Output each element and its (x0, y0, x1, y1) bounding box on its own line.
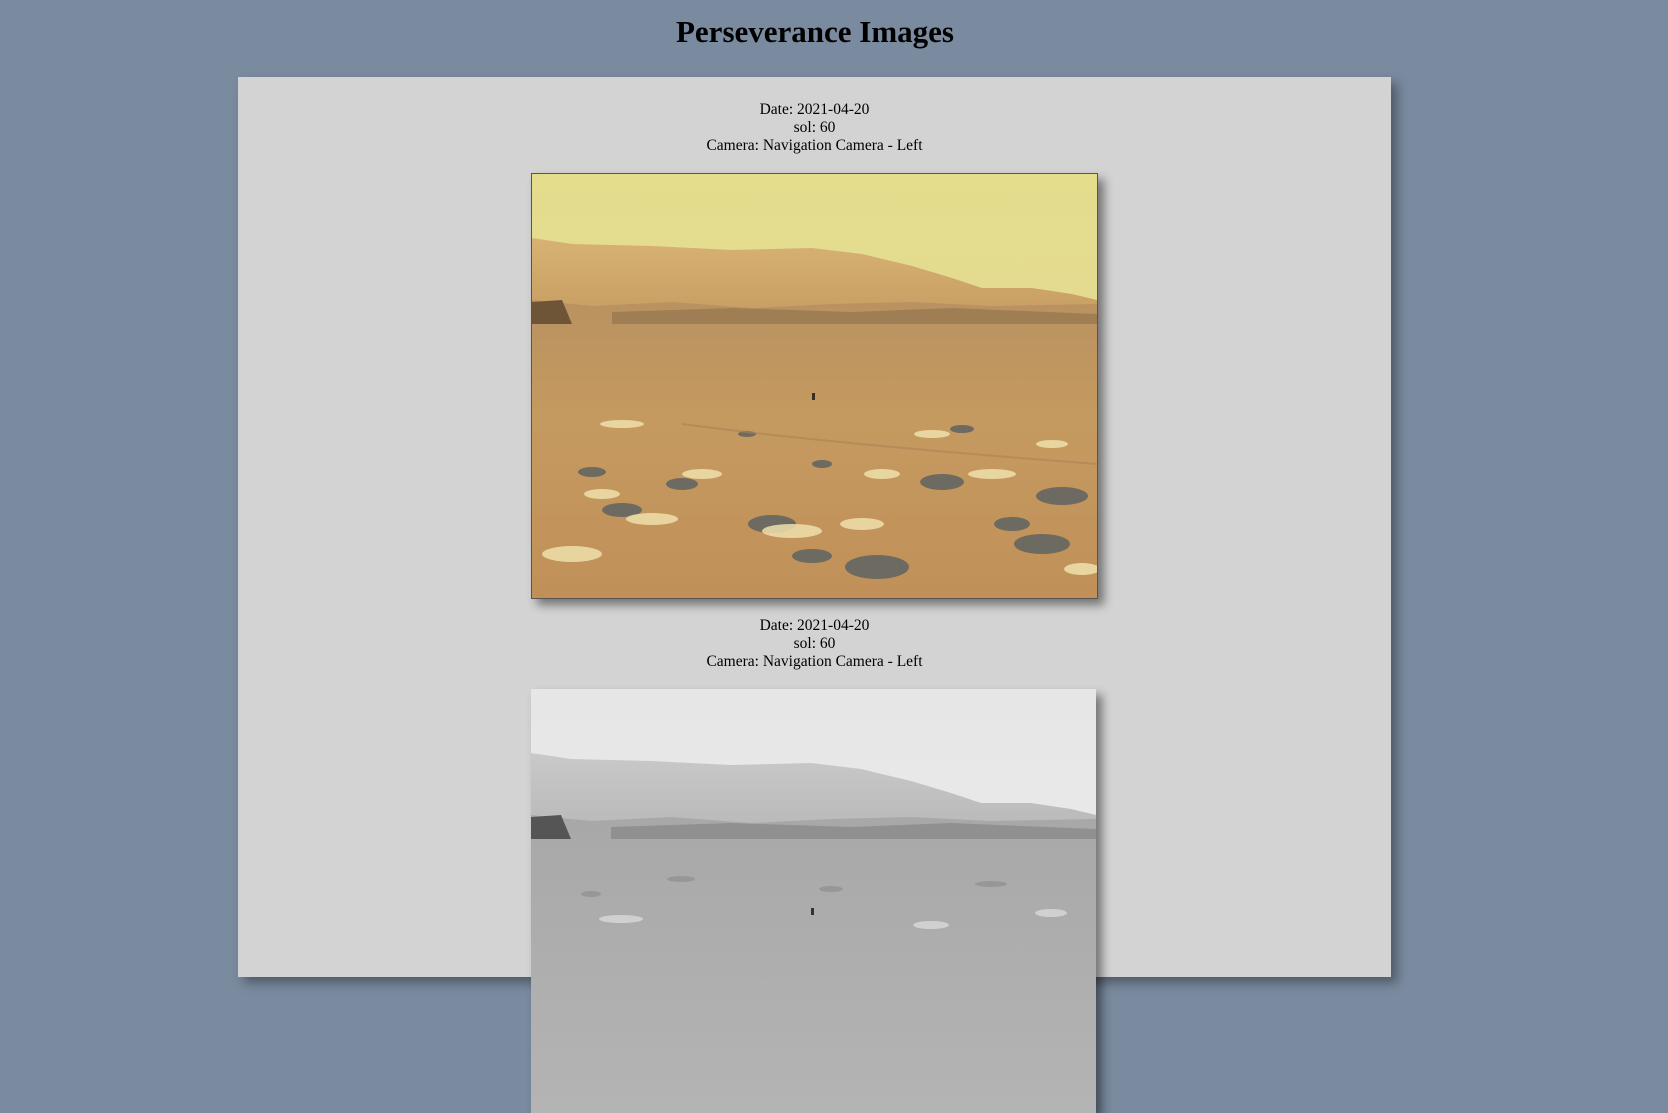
image-metadata: Date: 2021-04-20 sol: 60 Camera: Navigat… (238, 101, 1391, 155)
mars-photo-color[interactable] (531, 173, 1098, 599)
image-date: Date: 2021-04-20 (759, 617, 870, 634)
image-entry: Date: 2021-04-20 sol: 60 Camera: Navigat… (238, 101, 1391, 155)
page-title: Perseverance Images (675, 14, 955, 49)
image-camera: Camera: Navigation Camera - Left (706, 137, 923, 154)
image-sol: sol: 60 (793, 119, 836, 136)
image-entry: Date: 2021-04-20 sol: 60 Camera: Navigat… (238, 617, 1391, 671)
image-camera: Camera: Navigation Camera - Left (706, 653, 923, 670)
image-date: Date: 2021-04-20 (759, 101, 870, 118)
image-metadata: Date: 2021-04-20 sol: 60 Camera: Navigat… (238, 617, 1391, 671)
image-list-panel: Date: 2021-04-20 sol: 60 Camera: Navigat… (238, 77, 1391, 1113)
image-sol: sol: 60 (793, 635, 836, 652)
mars-photo-grayscale[interactable] (531, 689, 1096, 1113)
